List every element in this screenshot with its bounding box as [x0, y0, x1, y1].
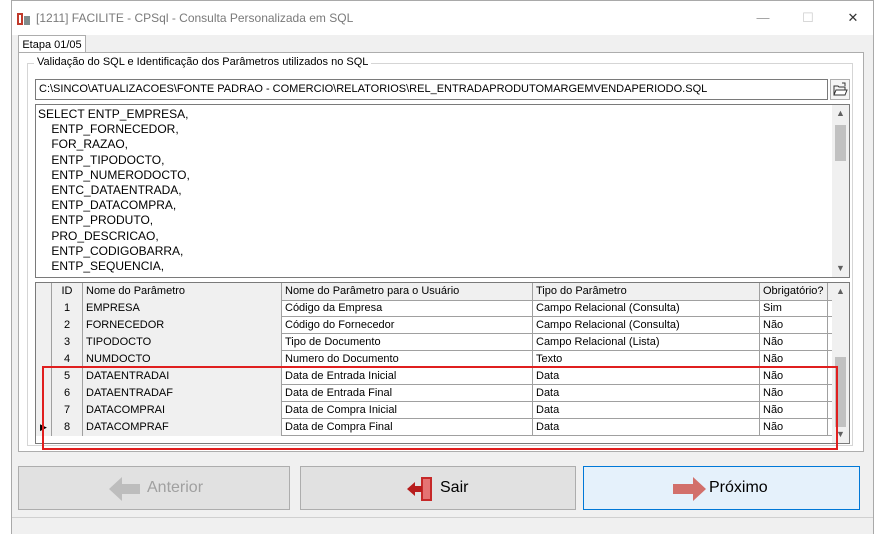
previous-button-label: Anterior — [147, 479, 204, 496]
cell-required[interactable]: Não — [760, 334, 828, 351]
sql-line: ENTP_SEQUENCIA, — [38, 259, 165, 274]
sql-line: ENTP_FORNECEDOR, — [38, 122, 179, 137]
exit-button-label: Sair — [440, 479, 469, 496]
sql-line: ENTP_NUMERODOCTO, — [38, 167, 190, 182]
scroll-down-icon[interactable]: ▼ — [832, 260, 849, 277]
sql-line: ENTC_DATAENTRADA, — [38, 183, 182, 198]
column-header-required[interactable]: Obrigatório? — [760, 283, 828, 300]
sql-scrollbar[interactable]: ▲ ▼ — [832, 105, 849, 277]
table-row[interactable]: 1 EMPRESA Código da Empresa Campo Relaciona… — [36, 300, 833, 317]
app-icon — [17, 13, 30, 25]
cell-param-name[interactable]: TIPODOCTO — [83, 334, 282, 351]
folder-open-icon — [833, 82, 848, 96]
status-bar — [12, 517, 873, 534]
scroll-up-icon[interactable]: ▲ — [832, 283, 849, 300]
previous-button[interactable]: Anterior — [18, 466, 290, 510]
sql-line: ENTP_DATACOMPRA, — [38, 198, 177, 213]
close-button[interactable]: ✕ — [838, 7, 868, 29]
table-row[interactable]: 2 FORNECEDOR Código do Fornecedor Campo Rel… — [36, 317, 833, 334]
row-indicator[interactable] — [36, 334, 52, 351]
sql-line: SELECT ENTP_EMPRESA, — [38, 107, 189, 121]
cell-user-name[interactable]: Código da Empresa — [282, 300, 533, 317]
cell-id[interactable]: 1 — [52, 300, 83, 317]
window-title: [1211] FACILITE - CPSql - Consulta Perso… — [36, 11, 354, 25]
arrow-left-icon — [109, 477, 140, 501]
column-header-type[interactable]: Tipo do Parâmetro — [533, 283, 760, 300]
cell-required[interactable]: Sim — [760, 300, 828, 317]
cell-param-type[interactable]: Campo Relacional (Lista) — [533, 334, 760, 351]
cell-id[interactable]: 2 — [52, 317, 83, 334]
cell-id[interactable]: 3 — [52, 334, 83, 351]
cell-param-type[interactable]: Campo Relacional (Consulta) — [533, 317, 760, 334]
tab-etapa[interactable]: Etapa 01/05 — [18, 35, 86, 53]
group-label: Validação do SQL e Identificação dos Par… — [34, 56, 372, 68]
sql-file-path-field[interactable]: C:\SINCO\ATUALIZACOES\FONTE PADRAO - COM… — [35, 79, 828, 100]
sql-line: ENTP_PRODUTO, — [38, 213, 154, 228]
open-file-button[interactable] — [830, 79, 850, 100]
sql-line: PRO_DESCRICAO, — [38, 228, 159, 243]
minimize-button[interactable]: — — [748, 7, 778, 29]
cell-user-name[interactable]: Código do Fornecedor — [282, 317, 533, 334]
grid-header: ID Nome do Parâmetro Nome do Parâmetro p… — [36, 283, 833, 301]
exit-button[interactable]: Sair — [300, 466, 576, 510]
sql-line: FOR_RAZAO, — [38, 137, 129, 152]
arrow-right-icon — [673, 477, 706, 501]
next-button[interactable]: Próximo — [583, 466, 860, 510]
cell-user-name[interactable]: Tipo de Documento — [282, 334, 533, 351]
header-indicator — [36, 283, 52, 300]
sql-text: SELECT ENTP_EMPRESA, ENTP_FORNECEDOR, FO… — [38, 107, 828, 275]
cell-param-name[interactable]: FORNECEDOR — [83, 317, 282, 334]
sql-text-area[interactable]: SELECT ENTP_EMPRESA, ENTP_FORNECEDOR, FO… — [35, 104, 850, 278]
highlight-box — [42, 366, 838, 450]
row-indicator[interactable] — [36, 317, 52, 334]
scroll-up-icon[interactable]: ▲ — [832, 105, 849, 122]
column-header-id[interactable]: ID — [52, 283, 83, 300]
column-header-user-name[interactable]: Nome do Parâmetro para o Usuário — [282, 283, 533, 300]
table-row[interactable]: 3 TIPODOCTO Tipo de Documento Campo Relacio… — [36, 334, 833, 351]
sql-line: ENTP_CODIGOBARRA, — [38, 243, 184, 258]
sql-line: ENTP_TIPODOCTO, — [38, 152, 165, 167]
main-window: [1211] FACILITE - CPSql - Consulta Perso… — [11, 0, 874, 534]
row-indicator[interactable] — [36, 300, 52, 317]
title-bar: [1211] FACILITE - CPSql - Consulta Perso… — [12, 1, 873, 35]
maximize-button[interactable]: ☐ — [793, 7, 823, 29]
cell-required[interactable]: Não — [760, 317, 828, 334]
next-button-label: Próximo — [709, 479, 768, 496]
scrollbar-thumb[interactable] — [835, 125, 846, 161]
cell-param-type[interactable]: Campo Relacional (Consulta) — [533, 300, 760, 317]
column-header-name[interactable]: Nome do Parâmetro — [83, 283, 282, 300]
cell-param-name[interactable]: EMPRESA — [83, 300, 282, 317]
exit-door-icon — [407, 477, 432, 501]
